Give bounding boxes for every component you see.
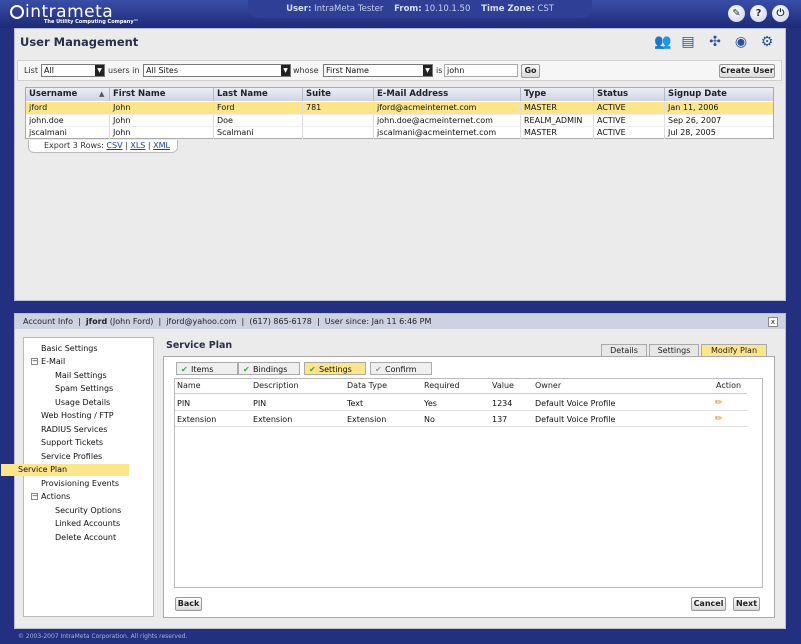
section-title: Service Plan (166, 340, 233, 351)
col-action: Action (716, 381, 742, 390)
col-owner: Owner (535, 381, 562, 390)
tree-item-provisioning-events[interactable]: Provisioning Events (41, 478, 119, 490)
field-select[interactable]: First Name ▼ (323, 64, 433, 77)
col-email[interactable]: E-Mail Address (374, 88, 521, 101)
search-input[interactable]: john (444, 64, 518, 77)
sort-asc-icon: ▲ (99, 90, 105, 98)
tree-item-usage-details[interactable]: Usage Details (55, 397, 110, 409)
col-data-type: Data Type (347, 381, 388, 390)
col-value: Value (492, 381, 514, 390)
col-first-name[interactable]: First Name (110, 88, 214, 101)
back-button[interactable]: Back (175, 597, 202, 611)
create-user-button[interactable]: Create User (719, 64, 775, 78)
globe-icon[interactable]: ◉ (731, 32, 751, 52)
page-title: User Management (20, 35, 139, 49)
export-bar: Export 3 Rows: CSV | XLS | XML (28, 140, 178, 153)
col-last-name[interactable]: Last Name (214, 88, 303, 101)
check-icon: ✔ (375, 365, 382, 374)
step-confirm[interactable]: ✔ Confirm (370, 362, 432, 375)
tree-item-service-profiles[interactable]: Service Profiles (41, 451, 102, 463)
tree-item-service-plan[interactable]: Service Plan (1, 464, 129, 476)
collapse-icon[interactable]: − (31, 358, 38, 365)
tree-item-linked-accounts[interactable]: Linked Accounts (55, 518, 120, 530)
edit-pencil-icon[interactable]: ✏ (715, 414, 723, 424)
tree-item-mail-settings[interactable]: Mail Settings (55, 370, 107, 382)
tree-item-delete-account[interactable]: Delete Account (55, 532, 116, 544)
step-bindings[interactable]: ✔ Bindings (238, 362, 300, 375)
power-icon[interactable]: ⏻ (772, 5, 789, 22)
col-type[interactable]: Type (521, 88, 594, 101)
tree-item-spam-settings[interactable]: Spam Settings (55, 383, 113, 395)
copyright: © 2003-2007 IntraMeta Corporation. All r… (18, 633, 188, 640)
tagline: The Utility Computing Company™ (44, 19, 139, 25)
col-name: Name (177, 381, 201, 390)
is-label: is (436, 66, 443, 75)
check-icon: ✔ (243, 365, 250, 374)
chevron-down-icon: ▼ (281, 65, 290, 76)
list-label: List (24, 66, 38, 75)
table-row[interactable]: jscalmani John Scalmani jscalmani@acmein… (26, 126, 773, 139)
step-settings[interactable]: ✔ Settings (304, 362, 366, 375)
col-description: Description (253, 381, 299, 390)
account-info-bar: Account Info | jford (John Ford) | jford… (15, 314, 785, 329)
col-username[interactable]: Username (26, 88, 110, 101)
help-icon[interactable]: ? (750, 5, 767, 22)
cancel-button[interactable]: Cancel (691, 597, 726, 611)
tree-item-basic-settings[interactable]: Basic Settings (41, 343, 98, 355)
gears-icon[interactable]: ⚙ (757, 32, 777, 52)
step-items[interactable]: ✔ Items (176, 362, 238, 375)
list-select[interactable]: All ▼ (41, 64, 105, 77)
users-table: Username ▲ First Name Last Name Suite E-… (25, 87, 774, 139)
tree-item-radius[interactable]: RADIUS Services (41, 424, 107, 436)
network-icon[interactable]: ✣ (705, 32, 725, 52)
session-info: User: IntraMeta Tester From: 10.10.1.50 … (248, 0, 592, 18)
chevron-down-icon: ▼ (95, 65, 104, 76)
col-required: Required (424, 381, 460, 390)
check-icon: ✔ (309, 365, 316, 374)
users-in-label: users in (108, 66, 140, 75)
col-status[interactable]: Status (594, 88, 665, 101)
col-suite[interactable]: Suite (303, 88, 374, 101)
users-icon[interactable]: 👥 (653, 32, 673, 52)
table-row: PIN PIN Text Yes 1234 Default Voice Prof… (175, 396, 747, 411)
table-row[interactable]: jford John Ford 781 jford@acmeinternet.c… (26, 102, 773, 114)
export-xls-link[interactable]: XLS (130, 141, 145, 150)
chevron-down-icon: ▼ (423, 65, 432, 76)
export-xml-link[interactable]: XML (153, 141, 170, 150)
table-row[interactable]: john.doe John Doe john.doe@acmeinternet.… (26, 114, 773, 127)
close-icon[interactable]: x (768, 317, 778, 327)
check-icon: ✔ (181, 365, 188, 374)
tree-group-email[interactable]: − E-Mail (31, 356, 65, 368)
table-row: Extension Extension Extension No 137 Def… (175, 412, 747, 427)
whose-label: whose (293, 66, 319, 75)
collapse-icon[interactable]: − (31, 493, 38, 500)
col-signup-date[interactable]: Signup Date (665, 88, 773, 101)
tools-icon[interactable]: ✎ (728, 5, 745, 22)
tree-item-security-options[interactable]: Security Options (55, 505, 121, 517)
tree-item-web-hosting[interactable]: Web Hosting / FTP (41, 410, 114, 422)
divider (175, 393, 747, 394)
export-csv-link[interactable]: CSV (106, 141, 122, 150)
go-button[interactable]: Go (521, 64, 540, 78)
logo-mark-icon (10, 5, 24, 19)
tree-group-actions[interactable]: − Actions (31, 491, 70, 503)
site-select[interactable]: All Sites ▼ (143, 64, 291, 77)
edit-pencil-icon[interactable]: ✏ (715, 398, 723, 408)
card-icon[interactable]: ▤ (678, 32, 698, 52)
next-button[interactable]: Next (733, 597, 760, 611)
tree-item-support-tickets[interactable]: Support Tickets (41, 437, 103, 449)
